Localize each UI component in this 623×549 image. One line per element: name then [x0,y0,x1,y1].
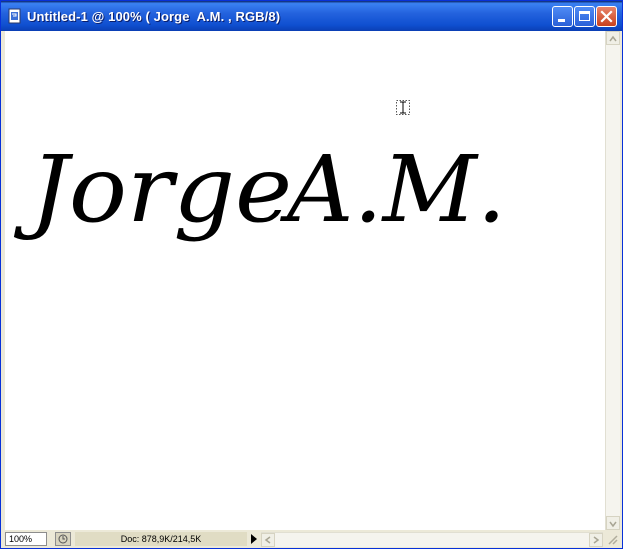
status-info-icon[interactable] [55,532,71,546]
status-bar: 100% Doc: 878,9K/214,5K [5,531,619,547]
minimize-icon [558,19,565,22]
zoom-field[interactable]: 100% [5,532,47,546]
image-canvas[interactable]: Jorge A.M. [5,31,605,530]
minimize-button[interactable] [552,6,573,27]
chevron-right-icon [593,536,600,544]
photoshop-document-icon [8,8,21,24]
maximize-button[interactable] [574,6,595,27]
resize-grip-icon[interactable] [605,532,619,546]
chevron-left-icon [264,536,271,544]
scroll-left-button[interactable] [261,533,275,547]
canvas-text-jorge: Jorge [14,136,292,243]
canvas-artwork: Jorge A.M. [14,136,506,243]
scroll-down-button[interactable] [606,516,620,530]
chevron-up-icon [609,35,617,42]
close-button[interactable] [596,6,617,27]
scroll-right-button[interactable] [589,533,603,547]
maximize-icon [579,11,590,21]
document-window: Untitled-1 @ 100% ( Jorge A.M. , RGB/8) … [0,0,623,549]
status-menu-arrow-icon[interactable] [249,533,259,545]
scroll-up-button[interactable] [606,31,620,45]
chevron-down-icon [609,521,617,528]
canvas-text-am: A.M. [279,136,506,243]
close-icon [600,10,613,23]
horizontal-scrollbar[interactable] [261,532,603,547]
title-bar[interactable]: Untitled-1 @ 100% ( Jorge A.M. , RGB/8) [1,1,622,31]
vertical-scrollbar[interactable] [605,31,620,530]
window-title: Untitled-1 @ 100% ( Jorge A.M. , RGB/8) [27,9,281,24]
doc-size-info: Doc: 878,9K/214,5K [75,532,247,546]
